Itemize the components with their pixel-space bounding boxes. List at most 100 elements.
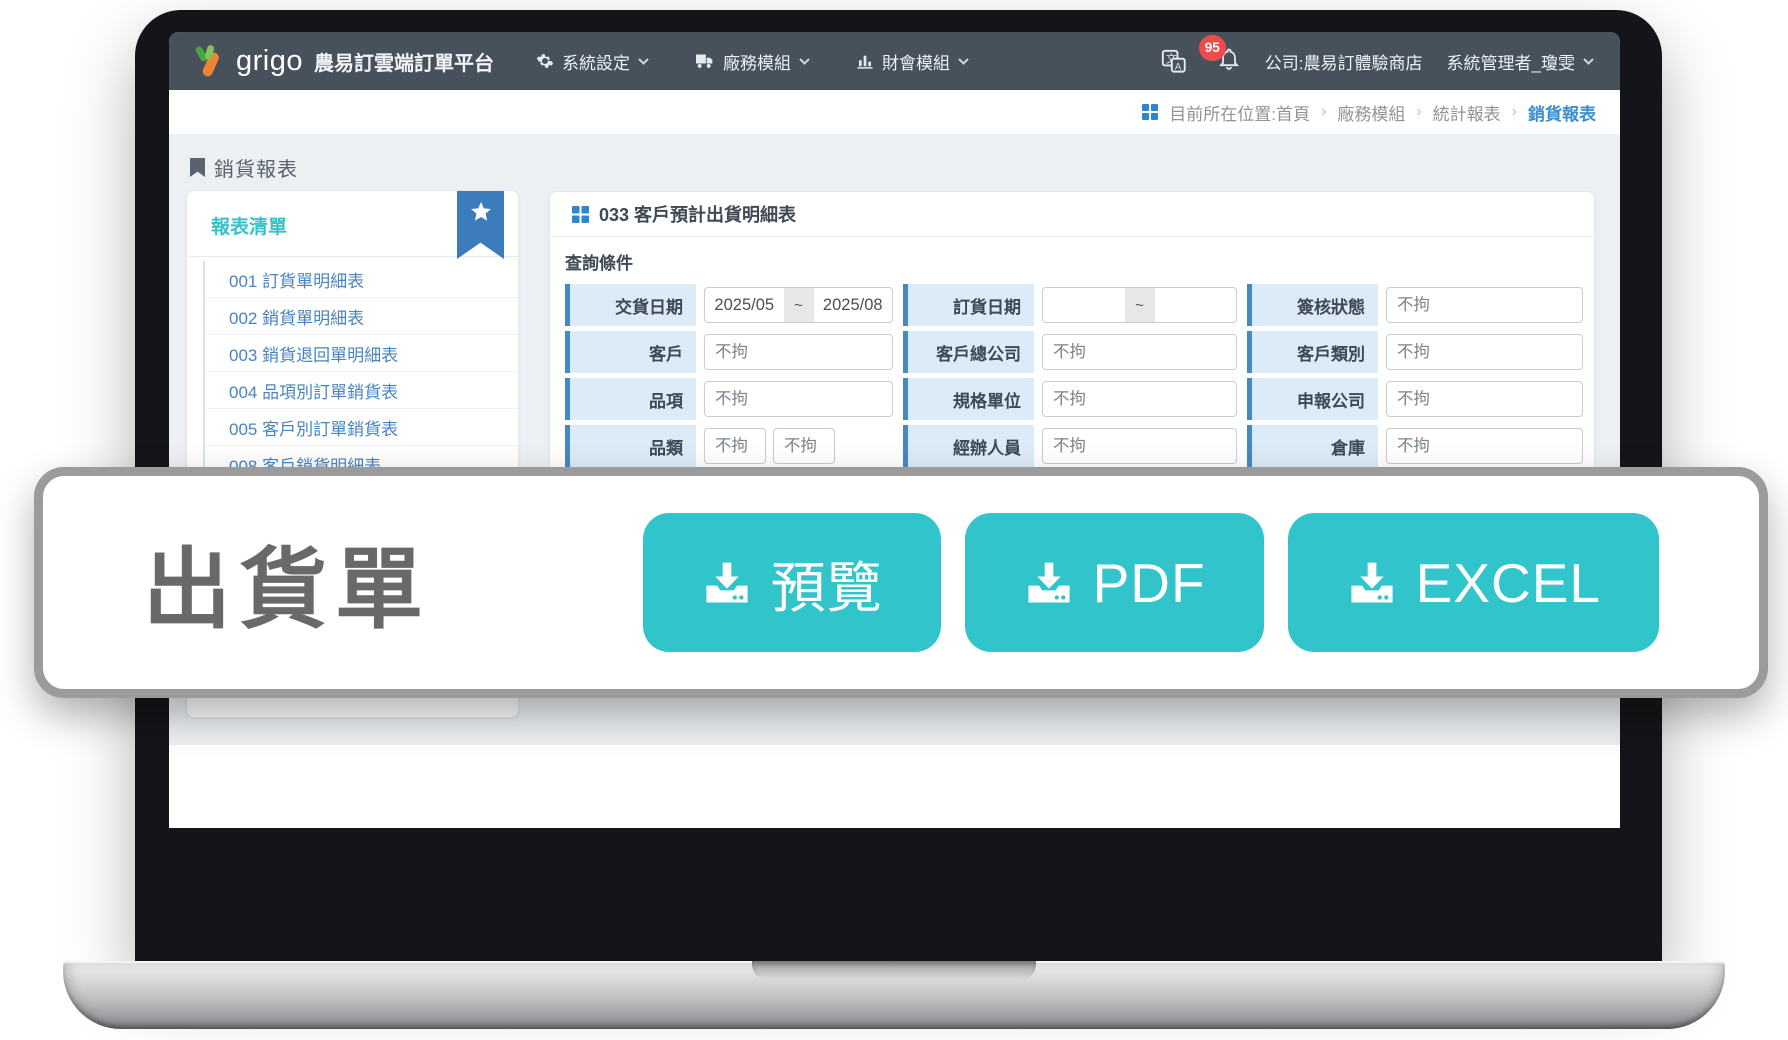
laptop-base-notch	[752, 961, 1036, 980]
translate-icon[interactable]: 文 A	[1160, 48, 1187, 75]
top-navbar: grigo 農易訂雲端訂單平台 系統設定	[169, 32, 1620, 90]
chevron-down-icon	[799, 58, 810, 65]
field-label: 訂貨日期	[903, 284, 1034, 326]
excel-button[interactable]: EXCEL	[1288, 513, 1659, 652]
app-screen: grigo 農易訂雲端訂單平台 系統設定	[169, 32, 1620, 828]
category-input-2[interactable]	[773, 428, 835, 464]
query-conditions-title: 查詢條件	[565, 249, 1572, 274]
user-menu[interactable]: 系統管理者_瓊雯	[1447, 49, 1594, 74]
shipping-banner: 出貨單 預覽	[34, 467, 1768, 698]
menu-finance-module[interactable]: 財會模組	[856, 49, 969, 74]
delivery-date-to-input[interactable]	[814, 287, 894, 323]
report-list: 001 訂貨單明細表 002 銷貨單明細表 003 銷貨退回單明細表 004 品…	[203, 261, 518, 483]
download-icon	[1346, 557, 1398, 609]
field-label: 品類	[565, 425, 696, 467]
chevron-down-icon	[1583, 58, 1594, 65]
menu-label: 系統設定	[562, 49, 630, 74]
field-item: 品項	[565, 378, 893, 420]
field-label: 申報公司	[1247, 378, 1378, 420]
spec-unit-input[interactable]	[1042, 381, 1237, 417]
company-label: 公司:農易訂體驗商店	[1265, 49, 1423, 74]
report-item-003[interactable]: 003 銷貨退回單明細表	[205, 335, 518, 372]
truck-icon	[695, 52, 715, 70]
preview-button[interactable]: 預覽	[643, 513, 941, 652]
download-icon	[1023, 557, 1075, 609]
field-label: 倉庫	[1247, 425, 1378, 467]
query-form: 交貨日期 ~ 訂貨日期 ~	[565, 284, 1578, 467]
field-label: 客戶總公司	[903, 331, 1034, 373]
menu-label: 財會模組	[882, 49, 950, 74]
banner-buttons: 預覽 PDF	[643, 513, 1659, 652]
field-label: 經辦人員	[903, 425, 1034, 467]
customer-category-input[interactable]	[1386, 334, 1583, 370]
range-tilde: ~	[1125, 287, 1155, 323]
grid-icon	[572, 206, 589, 223]
pdf-button[interactable]: PDF	[965, 513, 1264, 652]
field-customer: 客戶	[565, 331, 893, 373]
laptop-base	[63, 961, 1725, 1029]
breadcrumb: 目前所在位置:首頁 › 廠務模組 › 統計報表 › 銷貨報表	[169, 90, 1620, 134]
chevron-down-icon	[958, 58, 969, 65]
field-handler: 經辦人員	[903, 425, 1237, 467]
brand-name: grigo	[236, 45, 303, 78]
field-label: 規格單位	[903, 378, 1034, 420]
report-item-004[interactable]: 004 品項別訂單銷貨表	[205, 372, 518, 409]
grid-icon	[1142, 104, 1158, 120]
menu-system-settings[interactable]: 系統設定	[536, 49, 649, 74]
field-category: 品類	[565, 425, 893, 467]
delivery-date-from-input[interactable]	[704, 287, 784, 323]
category-input-1[interactable]	[704, 428, 766, 464]
menu-factory-module[interactable]: 廠務模組	[695, 49, 810, 74]
breadcrumb-item-factory[interactable]: 廠務模組	[1337, 100, 1405, 125]
page-bottom-strip	[169, 745, 1620, 828]
breadcrumb-item-statistics[interactable]: 統計報表	[1433, 100, 1501, 125]
approval-status-input[interactable]	[1386, 287, 1583, 323]
handler-input[interactable]	[1042, 428, 1237, 464]
breadcrumb-item-sales-report[interactable]: 銷貨報表	[1528, 100, 1596, 125]
range-tilde: ~	[784, 287, 814, 323]
report-item-001[interactable]: 001 訂貨單明細表	[205, 261, 518, 298]
bar-chart-icon	[856, 52, 874, 70]
field-label: 客戶	[565, 331, 696, 373]
bookmark-icon	[190, 158, 205, 177]
field-label: 品項	[565, 378, 696, 420]
field-label: 交貨日期	[565, 284, 696, 326]
brand-logo[interactable]: grigo 農易訂雲端訂單平台	[191, 43, 494, 79]
page-title-text: 銷貨報表	[214, 153, 298, 182]
field-spec-unit: 規格單位	[903, 378, 1237, 420]
order-date-from-input[interactable]	[1042, 287, 1125, 323]
item-input[interactable]	[704, 381, 893, 417]
breadcrumb-location: 目前所在位置:首頁	[1169, 100, 1310, 125]
report-item-005[interactable]: 005 客戶別訂單銷貨表	[205, 409, 518, 446]
declare-company-input[interactable]	[1386, 381, 1583, 417]
field-approval-status: 簽核狀態	[1247, 284, 1583, 326]
breadcrumb-separator: ›	[1416, 103, 1421, 121]
button-label: PDF	[1093, 551, 1206, 615]
download-icon	[701, 557, 753, 609]
gear-icon	[536, 52, 554, 70]
field-label: 客戶類別	[1247, 331, 1378, 373]
field-declare-company: 申報公司	[1247, 378, 1583, 420]
breadcrumb-separator: ›	[1512, 103, 1517, 121]
platform-name: 農易訂雲端訂單平台	[314, 47, 494, 76]
svg-text:A: A	[1175, 61, 1182, 72]
banner-title: 出貨單	[143, 519, 431, 646]
chevron-down-icon	[638, 58, 649, 65]
navbar-right: 文 A 95 公司:農易訂體驗商店 系統管理者_瓊雯	[1160, 47, 1594, 76]
customer-input[interactable]	[704, 334, 893, 370]
warehouse-input[interactable]	[1386, 428, 1583, 464]
field-warehouse: 倉庫	[1247, 425, 1583, 467]
field-label: 簽核狀態	[1247, 284, 1378, 326]
page-title: 銷貨報表	[190, 153, 298, 182]
carrot-logo-icon	[191, 43, 227, 79]
field-order-date: 訂貨日期 ~	[903, 284, 1237, 326]
notification-badge: 95	[1199, 35, 1226, 61]
order-date-to-input[interactable]	[1155, 287, 1238, 323]
button-label: 預覽	[771, 543, 883, 623]
customer-hq-input[interactable]	[1042, 334, 1237, 370]
report-item-002[interactable]: 002 銷貨單明細表	[205, 298, 518, 335]
button-label: EXCEL	[1416, 551, 1601, 615]
field-customer-category: 客戶類別	[1247, 331, 1583, 373]
field-delivery-date: 交貨日期 ~	[565, 284, 893, 326]
notification-bell[interactable]: 95	[1217, 47, 1241, 76]
